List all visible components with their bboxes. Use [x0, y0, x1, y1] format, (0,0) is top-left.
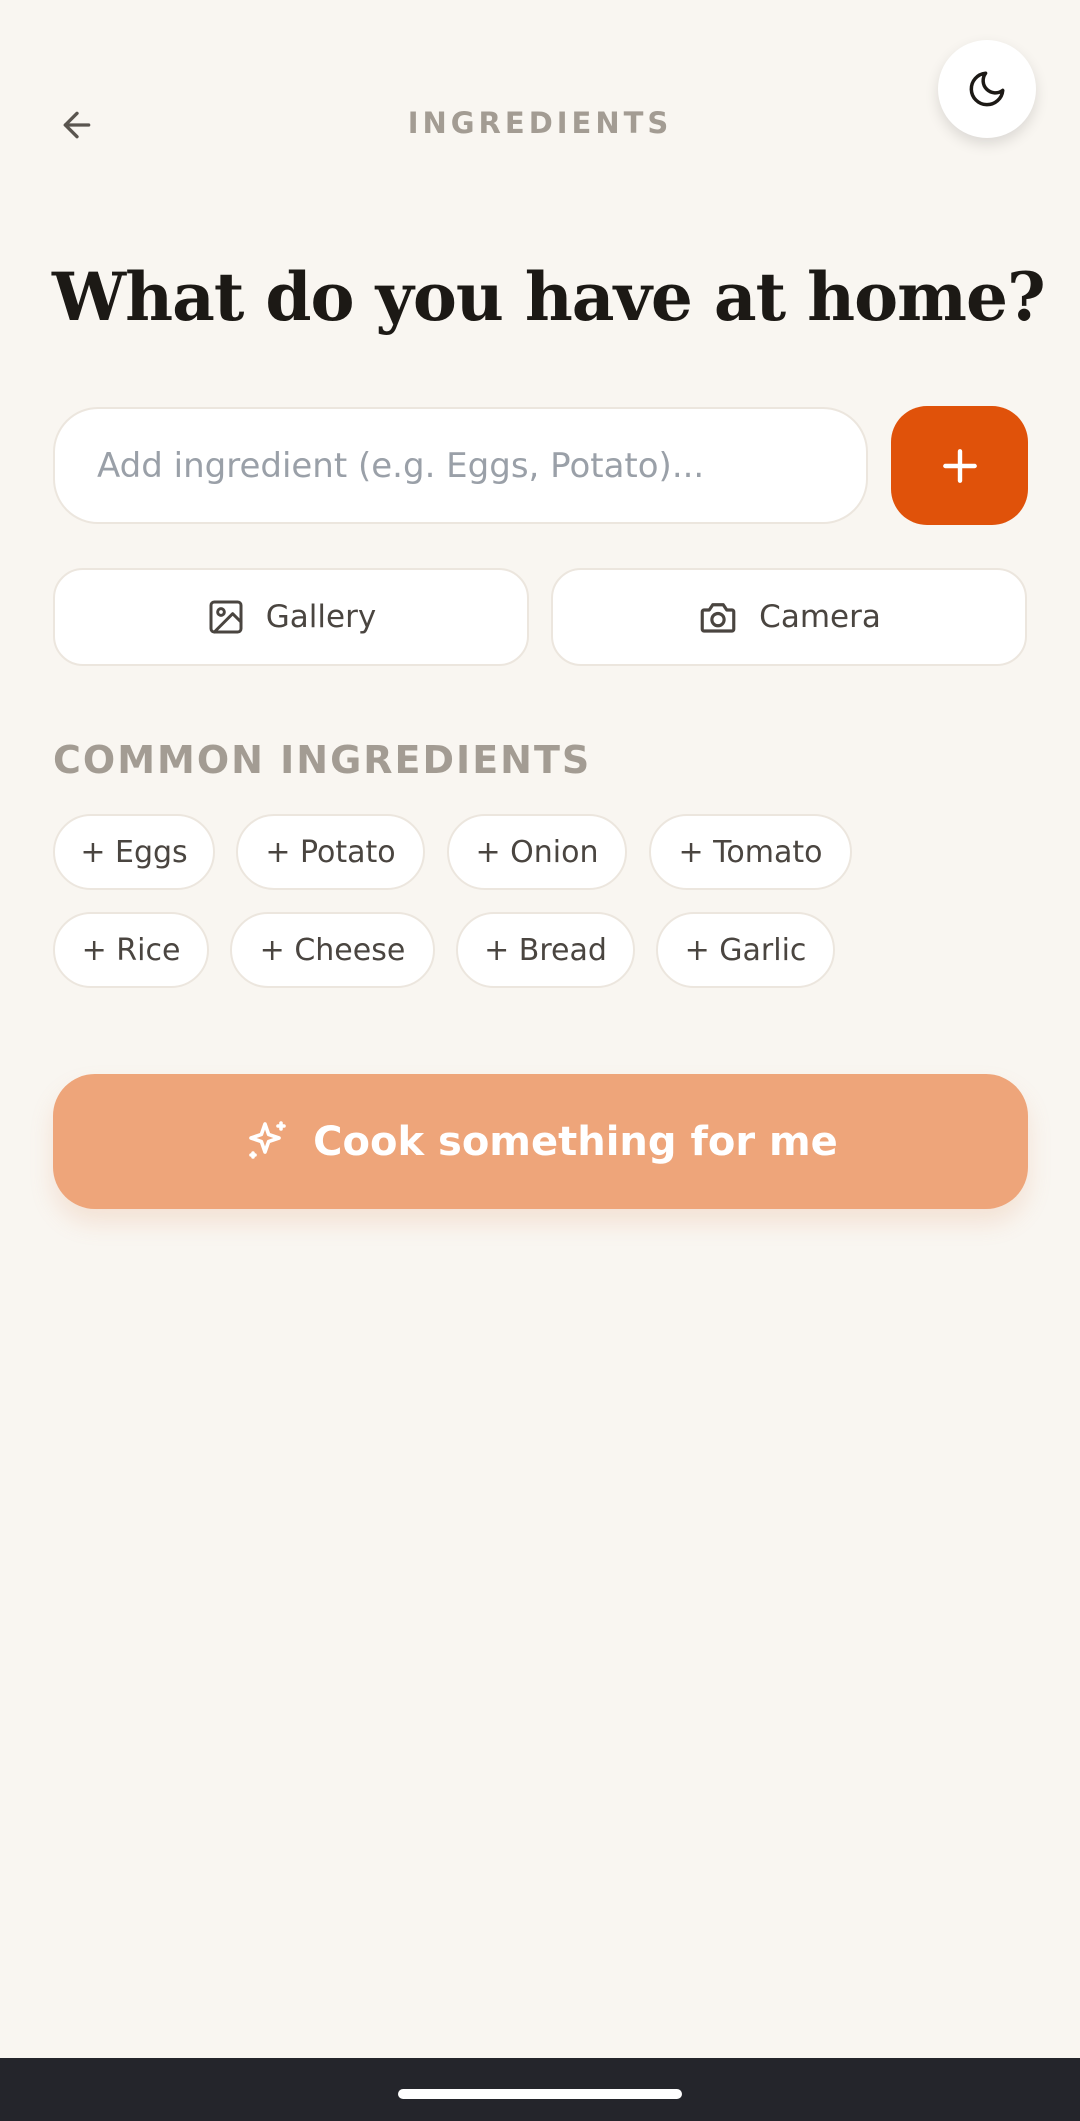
system-navigation-bar — [0, 2058, 1080, 2121]
theme-toggle-button[interactable] — [938, 40, 1036, 138]
chip-garlic[interactable]: + Garlic — [656, 912, 835, 988]
gallery-button[interactable]: Gallery — [53, 568, 529, 666]
gallery-label: Gallery — [265, 599, 377, 635]
header: INGREDIENTS — [0, 0, 1080, 200]
ingredient-input[interactable] — [53, 407, 868, 524]
image-icon — [209, 600, 243, 634]
home-indicator[interactable] — [398, 2089, 682, 2099]
chip-potato[interactable]: + Potato — [236, 814, 425, 890]
add-ingredient-button[interactable] — [891, 406, 1028, 525]
chip-cheese[interactable]: + Cheese — [230, 912, 435, 988]
plus-icon — [942, 448, 977, 483]
moon-icon — [969, 71, 1005, 107]
camera-icon — [700, 603, 736, 633]
sparkle-icon — [249, 1120, 286, 1159]
page-title: INGREDIENTS — [407, 106, 673, 140]
camera-label: Camera — [759, 599, 881, 635]
common-ingredients-label: COMMON INGREDIENTS — [53, 738, 592, 782]
chip-eggs[interactable]: + Eggs — [53, 814, 215, 890]
cook-button[interactable]: Cook something for me — [53, 1074, 1028, 1209]
page-heading: What do you have at home? — [52, 258, 1046, 336]
chip-rice[interactable]: + Rice — [53, 912, 209, 988]
chip-onion[interactable]: + Onion — [447, 814, 627, 890]
chip-tomato[interactable]: + Tomato — [649, 814, 852, 890]
chip-bread[interactable]: + Bread — [456, 912, 635, 988]
camera-button[interactable]: Camera — [551, 568, 1027, 666]
cook-button-label: Cook something for me — [313, 1118, 838, 1165]
